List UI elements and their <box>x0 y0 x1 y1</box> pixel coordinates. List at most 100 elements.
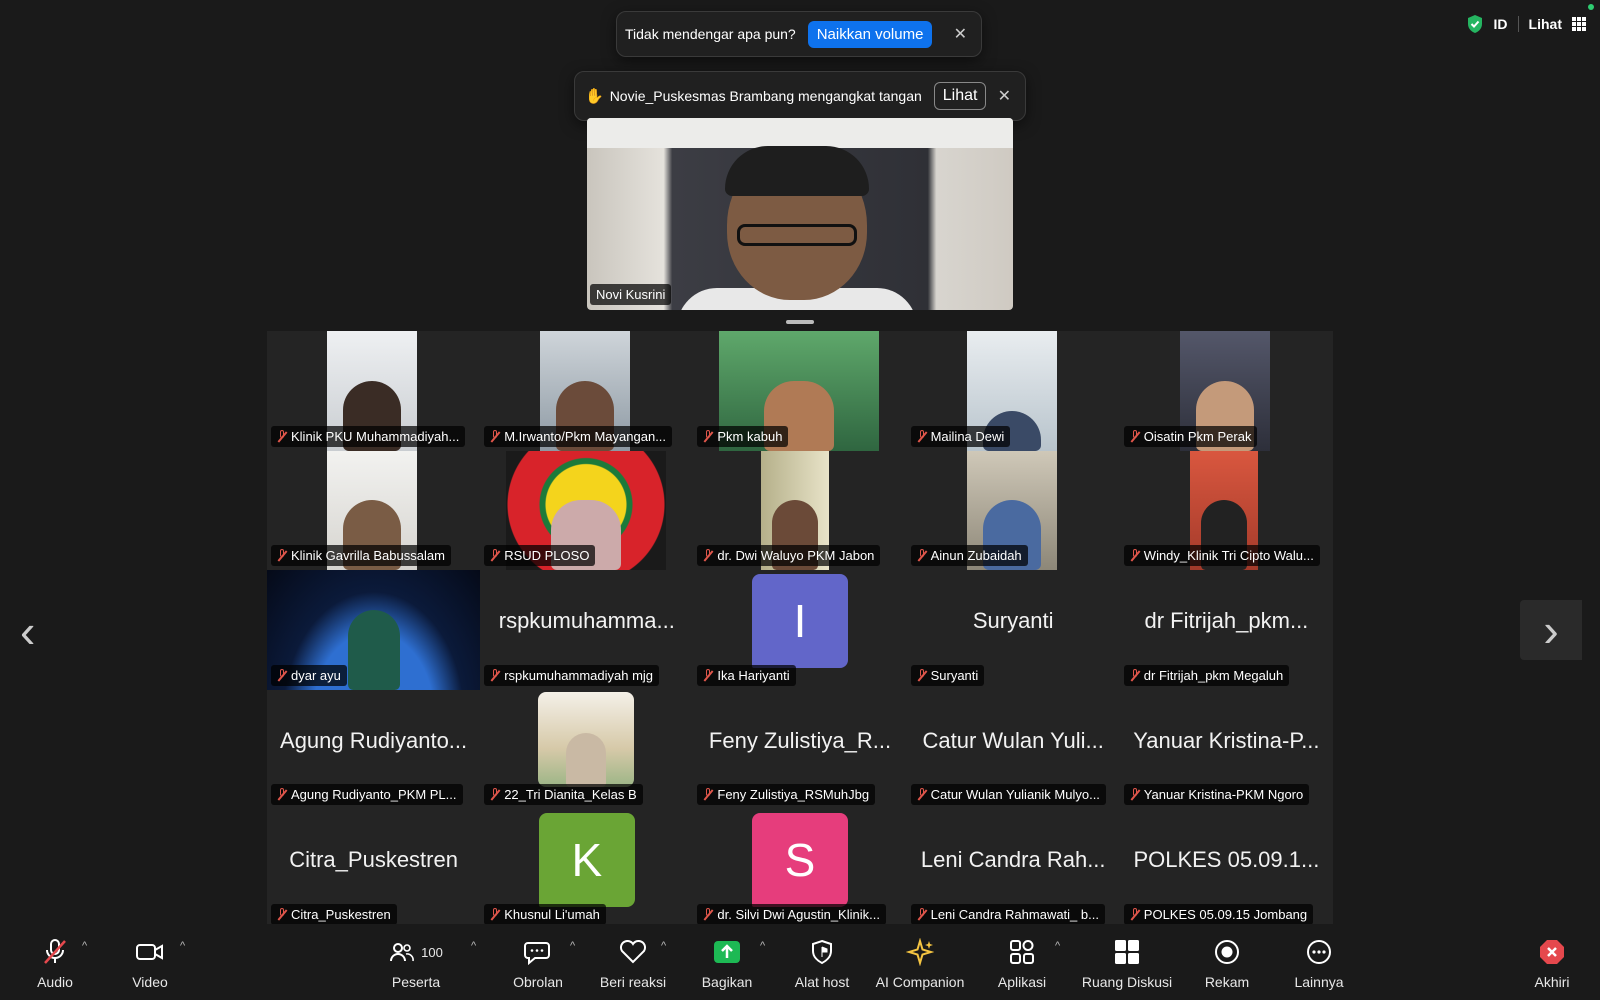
close-icon[interactable]: ✕ <box>998 86 1011 106</box>
apps-label: Aplikasi <box>997 974 1047 990</box>
participants-icon: 100 <box>389 932 443 972</box>
raise-hand-text: Novie_Puskesmas Brambang mengangkat tang… <box>609 88 922 104</box>
participant-name-text: 22_Tri Dianita_Kelas B <box>504 787 637 803</box>
muted-mic-icon <box>703 788 713 801</box>
participant-name-text: Ainun Zubaidah <box>930 548 1022 564</box>
participant-tile[interactable]: Ainun Zubaidah <box>907 450 1120 571</box>
video-button[interactable]: Video <box>95 924 205 990</box>
participant-tile[interactable]: Catur Wulan Yuli... Catur Wulan Yulianik… <box>907 690 1120 810</box>
gallery-view: Klinik PKU Muhammadiyah... M.Irwanto/Pkm… <box>267 331 1333 929</box>
chat-button[interactable]: Obrolan <box>483 924 593 990</box>
audio-options-caret-icon[interactable]: ^ <box>82 940 87 952</box>
muted-mic-icon <box>703 668 713 682</box>
participant-name: 22_Tri Dianita_Kelas B <box>484 784 643 806</box>
participant-tile[interactable]: Leni Candra Rah... Leni Candra Rahmawati… <box>907 809 1120 929</box>
muted-microphone-icon <box>41 932 69 972</box>
end-meeting-button[interactable]: Akhiri <box>1496 924 1600 990</box>
participants-options-caret-icon[interactable]: ^ <box>471 940 476 952</box>
participant-tile[interactable]: RSUD PLOSO <box>480 450 693 571</box>
participant-tile[interactable]: Klinik Gavrilla Babussalam <box>267 450 480 571</box>
participant-tile[interactable]: M.Irwanto/Pkm Mayangan... <box>480 331 693 451</box>
apps-button[interactable]: Aplikasi <box>967 924 1077 990</box>
shield-check-icon[interactable] <box>1466 14 1484 34</box>
host-tools-button[interactable]: Alat host <box>767 924 877 990</box>
share-button[interactable]: Bagikan <box>672 924 782 990</box>
raise-volume-button[interactable]: Naikkan volume <box>807 20 933 48</box>
participant-tile[interactable]: Citra_Puskestren Citra_Puskestren <box>267 809 480 929</box>
divider <box>1517 16 1519 32</box>
participant-tile[interactable]: K Khusnul Li'umah <box>480 809 693 929</box>
react-options-caret-icon[interactable]: ^ <box>661 940 666 952</box>
participant-display-name: Yanuar Kristina-P... <box>1133 727 1320 753</box>
record-icon <box>1213 932 1241 972</box>
participant-tile[interactable]: Oisatin Pkm Perak <box>1120 331 1333 451</box>
participant-display-name: Feny Zulistiya_R... <box>708 727 892 753</box>
participant-name-text: Feny Zulistiya_RSMuhJbg <box>717 787 870 803</box>
participant-tile[interactable]: Pkm kabuh <box>693 331 906 451</box>
resize-handle[interactable] <box>786 320 814 324</box>
end-meeting-label: Akhiri <box>1534 974 1570 990</box>
muted-mic-icon <box>277 788 287 801</box>
participant-display-name: POLKES 05.09.1... <box>1133 847 1320 873</box>
view-raise-hand-button[interactable]: Lihat <box>933 82 987 110</box>
muted-mic-icon <box>1130 668 1140 682</box>
participant-tile[interactable]: Klinik PKU Muhammadiyah... <box>267 331 480 451</box>
video-label: Video <box>132 974 168 990</box>
audio-button[interactable]: Audio <box>0 924 110 990</box>
participant-name-text: Klinik Gavrilla Babussalam <box>291 548 445 564</box>
participant-name-text: dyar ayu <box>291 667 341 683</box>
muted-mic-icon <box>277 429 287 443</box>
participant-tile[interactable]: dyar ayu <box>267 570 481 690</box>
chat-options-caret-icon[interactable]: ^ <box>570 940 575 952</box>
chat-icon <box>524 932 552 972</box>
muted-mic-icon <box>917 668 927 682</box>
more-button[interactable]: Lainnya <box>1264 924 1374 990</box>
participant-tile[interactable]: rspkumuhamma... rspkumuhammadiyah mjg <box>480 570 693 690</box>
participant-tile[interactable]: Feny Zulistiya_R... Feny Zulistiya_RSMuh… <box>693 690 906 810</box>
participant-name: Windy_Klinik Tri Cipto Walu... <box>1123 545 1320 567</box>
meeting-id-label[interactable]: ID <box>1494 16 1508 32</box>
participant-name: Leni Candra Rahmawati_ b... <box>910 903 1105 925</box>
participant-tile[interactable]: Mailina Dewi <box>907 331 1120 451</box>
participant-tile[interactable]: Agung Rudiyanto... Agung Rudiyanto_PKM P… <box>267 690 480 810</box>
apps-options-caret-icon[interactable]: ^ <box>1055 940 1060 952</box>
grid-view-icon[interactable] <box>1572 17 1586 31</box>
next-page-chevron-icon[interactable]: › <box>1520 600 1582 660</box>
participant-tile[interactable]: dr Fitrijah_pkm... dr Fitrijah_pkm Megal… <box>1120 570 1333 690</box>
participant-tile[interactable]: Windy_Klinik Tri Cipto Walu... <box>1120 450 1333 571</box>
participant-display-name: Citra_Puskestren <box>289 847 458 873</box>
share-options-caret-icon[interactable]: ^ <box>760 940 765 952</box>
muted-mic-icon <box>277 549 287 562</box>
video-camera-icon <box>135 932 165 972</box>
participant-name: Klinik PKU Muhammadiyah... <box>271 425 466 447</box>
participants-button[interactable]: 100 Peserta <box>361 924 471 990</box>
participant-tile[interactable]: dr. Dwi Waluyo PKM Jabon <box>693 450 906 571</box>
previous-page-chevron-icon[interactable]: ‹ <box>20 604 35 658</box>
participant-name-text: Windy_Klinik Tri Cipto Walu... <box>1143 548 1314 564</box>
heart-icon <box>619 932 647 972</box>
muted-mic-icon <box>917 907 927 921</box>
participant-name: Oisatin Pkm Perak <box>1123 425 1258 447</box>
video-options-caret-icon[interactable]: ^ <box>180 940 185 952</box>
participant-tile[interactable]: I Ika Hariyanti <box>693 570 906 690</box>
participant-name: dr. Dwi Waluyo PKM Jabon <box>697 545 881 567</box>
muted-mic-icon <box>1130 788 1140 801</box>
participant-name-text: Mailina Dewi <box>930 428 1005 444</box>
chat-label: Obrolan <box>513 974 563 990</box>
participant-tile[interactable]: S dr. Silvi Dwi Agustin_Klinik... <box>693 809 906 929</box>
breakout-rooms-button[interactable]: Ruang Diskusi <box>1071 924 1183 990</box>
participant-name-text: dr. Silvi Dwi Agustin_Klinik... <box>717 906 880 922</box>
active-speaker-video[interactable]: Novi Kusrini <box>587 118 1013 310</box>
view-label[interactable]: Lihat <box>1529 16 1562 32</box>
host-tools-label: Alat host <box>794 974 850 990</box>
more-label: Lainnya <box>1294 974 1344 990</box>
share-label: Bagikan <box>701 974 753 990</box>
close-icon[interactable]: ✕ <box>954 24 967 44</box>
participant-display-name: Catur Wulan Yuli... <box>922 727 1104 753</box>
participants-count: 100 <box>421 944 443 960</box>
ai-companion-button[interactable]: AI Companion <box>865 924 975 990</box>
participant-tile[interactable]: 22_Tri Dianita_Kelas B <box>480 690 693 810</box>
participant-tile[interactable]: Yanuar Kristina-P... Yanuar Kristina-PKM… <box>1120 690 1333 810</box>
participant-tile[interactable]: POLKES 05.09.1... POLKES 05.09.15 Jomban… <box>1120 809 1333 929</box>
participant-tile[interactable]: Suryanti Suryanti <box>907 570 1120 690</box>
